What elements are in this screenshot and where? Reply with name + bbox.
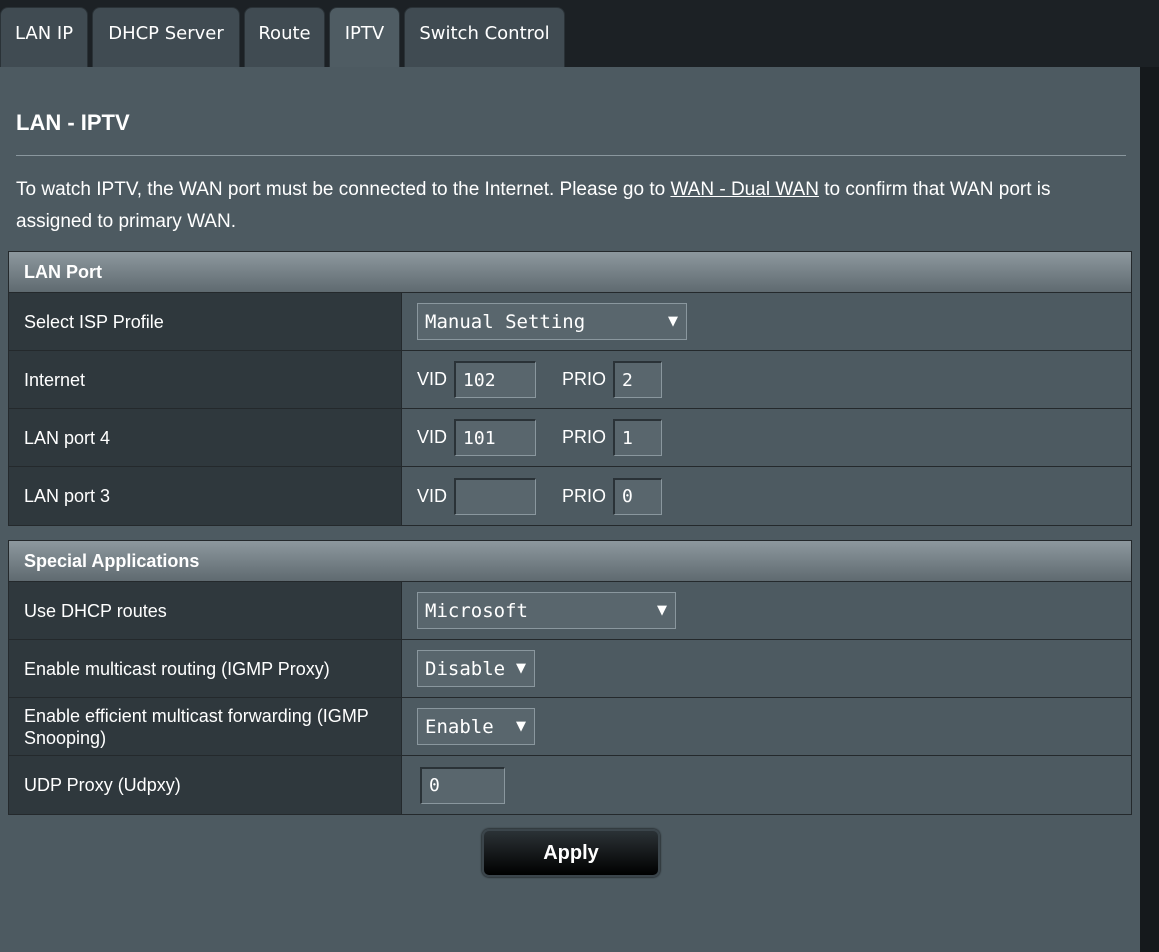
vid-label: VID <box>417 427 448 447</box>
udpxy-input[interactable]: 0 <box>420 766 505 804</box>
dhcp-routes-cell: Microsoft ▼ <box>402 582 1131 639</box>
vid-label: VID <box>417 369 448 389</box>
title-divider <box>16 155 1126 156</box>
tab-route[interactable]: Route <box>244 7 325 67</box>
lan-port-header: LAN Port <box>9 252 1131 293</box>
internet-cell: VID 102 PRIO 2 <box>402 351 1131 408</box>
lan-port-3-vid-input[interactable] <box>454 477 537 515</box>
dhcp-routes-value: Microsoft <box>425 599 528 622</box>
lan-port-3-cell: VID PRIO 0 <box>402 467 1131 525</box>
igmp-proxy-select[interactable]: Disable ▼ <box>417 650 535 687</box>
page-description: To watch IPTV, the WAN port must be conn… <box>16 174 1126 238</box>
table-row: UDP Proxy (Udpxy) 0 <box>9 756 1131 814</box>
prio-label: PRIO <box>562 369 607 389</box>
tab-lan-ip[interactable]: LAN IP <box>0 7 88 67</box>
igmp-snooping-cell: Enable ▼ <box>402 698 1131 755</box>
special-applications-table: Special Applications Use DHCP routes Mic… <box>8 540 1132 815</box>
isp-profile-cell: Manual Setting ▼ <box>402 293 1131 350</box>
special-applications-header: Special Applications <box>9 541 1131 582</box>
tab-switch-control[interactable]: Switch Control <box>404 7 565 67</box>
lan-port-4-prio-input[interactable]: 1 <box>613 419 663 456</box>
tab-iptv[interactable]: IPTV <box>329 7 400 67</box>
isp-profile-select[interactable]: Manual Setting ▼ <box>417 303 687 340</box>
dhcp-routes-select[interactable]: Microsoft ▼ <box>417 592 676 629</box>
igmp-snooping-select[interactable]: Enable ▼ <box>417 708 535 745</box>
lan-port-3-prio-input[interactable]: 0 <box>613 477 663 515</box>
table-row: LAN port 3 VID PRIO 0 <box>9 467 1131 525</box>
udpxy-label: UDP Proxy (Udpxy) <box>9 756 402 814</box>
caret-down-icon: ▼ <box>668 314 678 329</box>
dhcp-routes-label: Use DHCP routes <box>9 582 402 639</box>
igmp-proxy-cell: Disable ▼ <box>402 640 1131 697</box>
prio-label: PRIO <box>562 427 607 447</box>
caret-down-icon: ▼ <box>657 603 667 618</box>
table-row: Internet VID 102 PRIO 2 <box>9 351 1131 409</box>
igmp-proxy-value: Disable <box>425 657 506 680</box>
table-row: Use DHCP routes Microsoft ▼ <box>9 582 1131 640</box>
lan-port-3-label: LAN port 3 <box>9 467 402 525</box>
lan-port-table: LAN Port Select ISP Profile Manual Setti… <box>8 251 1132 526</box>
apply-button[interactable]: Apply <box>482 829 660 877</box>
table-row: Enable efficient multicast forwarding (I… <box>9 698 1131 756</box>
wan-dual-wan-link[interactable]: WAN - Dual WAN <box>670 179 818 200</box>
table-row: LAN port 4 VID 101 PRIO 1 <box>9 409 1131 467</box>
table-row: Select ISP Profile Manual Setting ▼ <box>9 293 1131 351</box>
isp-profile-value: Manual Setting <box>425 310 586 333</box>
internet-vid-input[interactable]: 102 <box>454 361 537 398</box>
igmp-proxy-label: Enable multicast routing (IGMP Proxy) <box>9 640 402 697</box>
lan-port-4-cell: VID 101 PRIO 1 <box>402 409 1131 466</box>
caret-down-icon: ▼ <box>516 661 526 676</box>
igmp-snooping-value: Enable <box>425 715 494 738</box>
lan-port-4-vid-input[interactable]: 101 <box>454 419 537 456</box>
table-row: Enable multicast routing (IGMP Proxy) Di… <box>9 640 1131 698</box>
udpxy-cell: 0 <box>402 756 1131 814</box>
page-title: LAN - IPTV <box>16 110 130 135</box>
internet-prio-input[interactable]: 2 <box>613 361 663 398</box>
internet-label: Internet <box>9 351 402 408</box>
lan-port-4-label: LAN port 4 <box>9 409 402 466</box>
scroll-strip <box>1140 67 1159 952</box>
tab-dhcp-server[interactable]: DHCP Server <box>92 7 240 67</box>
prio-label: PRIO <box>562 485 607 506</box>
tab-bar: LAN IP DHCP Server Route IPTV Switch Con… <box>0 0 1159 67</box>
igmp-snooping-label: Enable efficient multicast forwarding (I… <box>9 698 402 755</box>
isp-profile-label: Select ISP Profile <box>9 293 402 350</box>
caret-down-icon: ▼ <box>516 719 526 734</box>
vid-label: VID <box>417 485 448 506</box>
desc-text-before: To watch IPTV, the WAN port must be conn… <box>16 179 671 200</box>
